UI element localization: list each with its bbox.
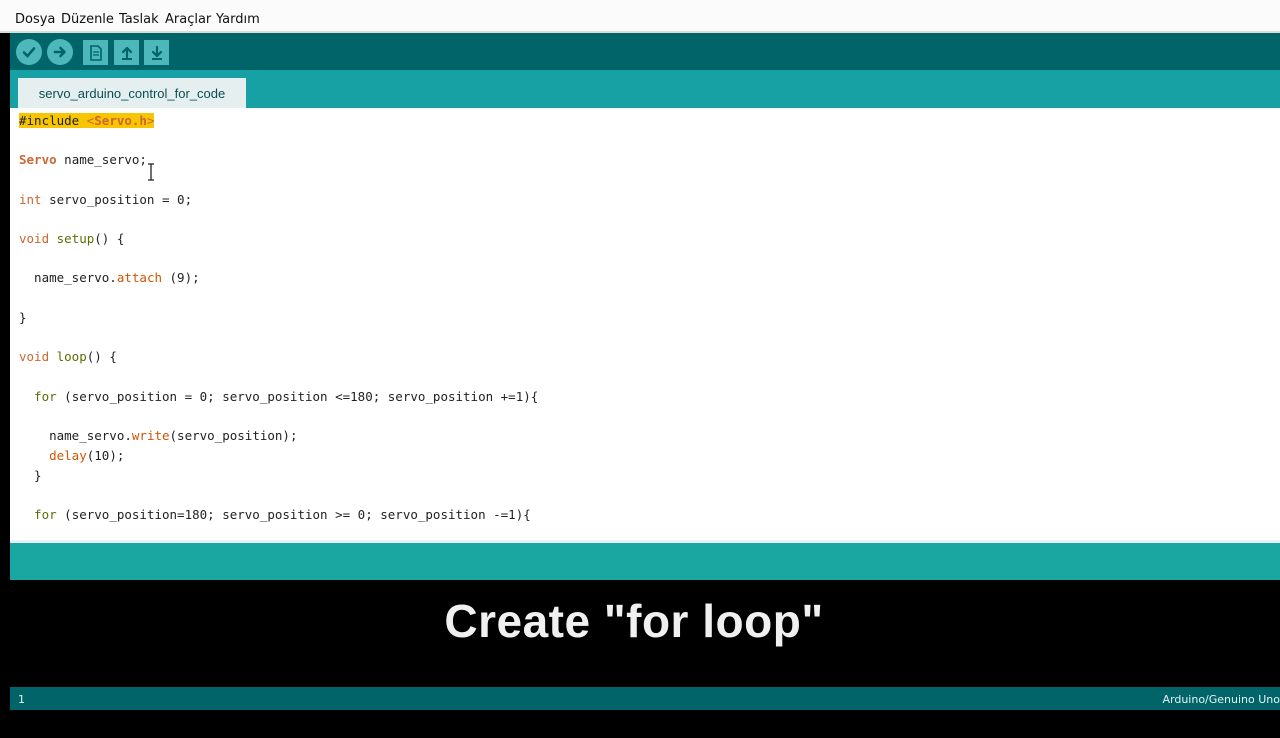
code-token: (servo_position); — [169, 428, 298, 443]
new-button[interactable] — [83, 40, 108, 65]
code-token: int — [19, 192, 42, 207]
code-token: void — [19, 349, 50, 364]
code-line-11: } — [19, 310, 27, 325]
code-token: > — [146, 113, 155, 128]
menu-help[interactable]: Yardım — [216, 12, 260, 28]
code-token: () { — [86, 349, 117, 364]
code-line-9: name_servo.attach (9); — [19, 268, 200, 288]
code-token: name_servo; — [56, 152, 147, 167]
new-file-icon — [89, 44, 102, 61]
text-cursor-icon — [148, 163, 154, 181]
menu-bar: Dosya Düzenle Taslak Araçlar Yardım — [0, 0, 1280, 33]
code-editor[interactable]: #include <Servo.h> Servo name_servo; int… — [10, 108, 1280, 540]
code-token: for — [19, 389, 57, 404]
open-arrow-up-icon — [121, 46, 132, 60]
code-token: delay — [49, 448, 87, 463]
code-token: #include — [19, 113, 87, 128]
check-icon — [22, 47, 36, 58]
code-token: (9); — [162, 270, 200, 285]
status-bar: 1 Arduino/Genuino Uno — [10, 687, 1280, 710]
menu-edit[interactable]: Düzenle — [61, 12, 114, 28]
code-token: Servo — [19, 152, 57, 167]
code-token: for — [19, 507, 57, 522]
code-token: (10); — [86, 448, 125, 463]
code-token: write — [131, 428, 170, 443]
verify-button[interactable] — [16, 39, 42, 65]
tab-strip: servo_arduino_control_for_code — [10, 70, 1280, 108]
code-line-19: } — [19, 468, 42, 483]
code-token: (servo_position = 0; servo_position <=18… — [56, 389, 539, 404]
code-token: () { — [94, 231, 125, 246]
board-name: Arduino/Genuino Uno — [1162, 693, 1280, 706]
arrow-right-icon — [53, 46, 66, 58]
code-line-15: for (servo_position = 0; servo_position … — [19, 387, 538, 407]
code-line-18: delay(10); — [19, 446, 124, 466]
code-token: loop — [49, 349, 87, 364]
code-token: setup — [49, 231, 95, 246]
menu-sketch[interactable]: Taslak — [119, 12, 159, 28]
console: Create "for loop" — [10, 580, 1280, 687]
code-token: (servo_position=180; servo_position >= 0… — [56, 507, 531, 522]
code-line-13: void loop() { — [19, 347, 117, 367]
upload-button[interactable] — [47, 39, 73, 65]
code-token: name_servo. — [19, 270, 117, 285]
open-button[interactable] — [114, 40, 139, 65]
toolbar — [10, 33, 1280, 70]
code-line-3: Servo name_servo; — [19, 150, 147, 170]
code-token: void — [19, 231, 50, 246]
code-token: servo_position = 0; — [41, 192, 193, 207]
tab-sketch[interactable]: servo_arduino_control_for_code — [18, 78, 246, 108]
video-caption: Create "for loop" — [444, 595, 824, 647]
save-arrow-down-icon — [151, 45, 162, 60]
save-button[interactable] — [144, 40, 169, 65]
code-line-7: void setup() { — [19, 229, 124, 249]
line-number: 1 — [18, 693, 25, 706]
code-token: name_servo. — [19, 428, 132, 443]
code-line-21: for (servo_position=180; servo_position … — [19, 505, 531, 525]
code-line-17: name_servo.write(servo_position); — [19, 426, 297, 446]
message-area — [10, 540, 1280, 580]
code-token: attach — [116, 270, 162, 285]
code-token: Servo.h — [94, 113, 147, 128]
code-line-5: int servo_position = 0; — [19, 190, 192, 210]
code-line-1: #include <Servo.h> — [19, 111, 155, 131]
menu-tools[interactable]: Araçlar — [165, 12, 211, 28]
menu-file[interactable]: Dosya — [15, 12, 55, 28]
